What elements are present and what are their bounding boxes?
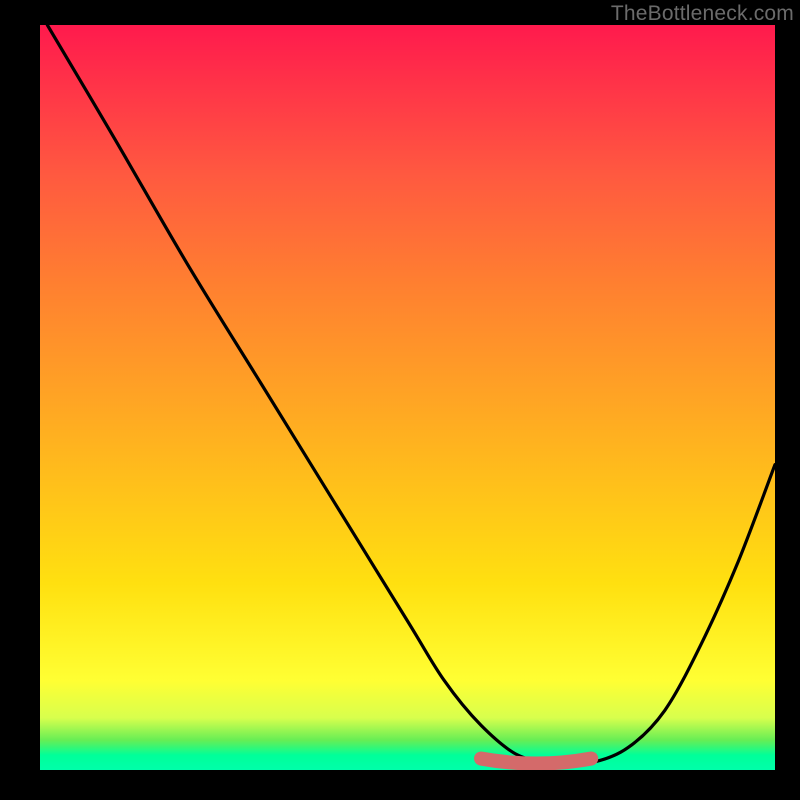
optimal-band [481,759,591,764]
watermark-text: TheBottleneck.com [611,2,794,26]
bottleneck-curve [47,25,775,764]
chart-frame: TheBottleneck.com [0,0,800,800]
plot-area [40,25,775,770]
chart-svg [40,25,775,770]
curve-line [47,25,775,764]
band-line [481,759,591,764]
